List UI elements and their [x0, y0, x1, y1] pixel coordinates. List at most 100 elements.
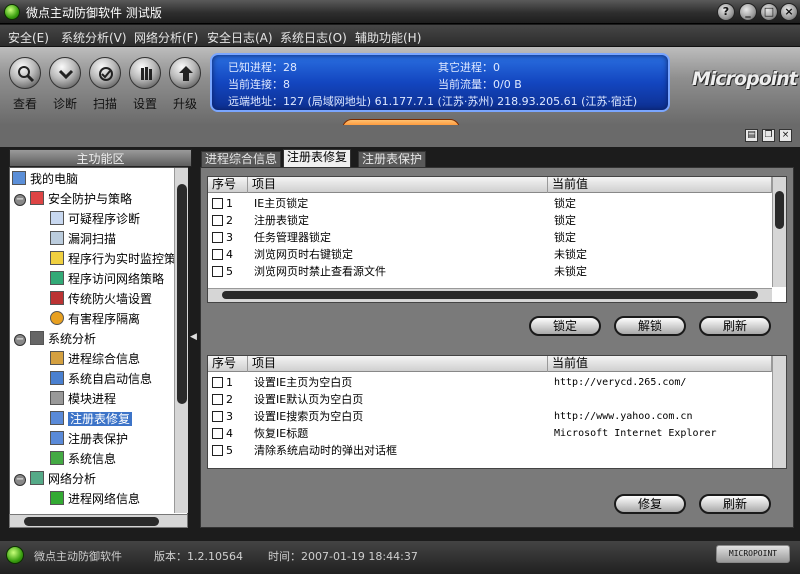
tile-view-icon[interactable]: ▤	[745, 129, 758, 142]
function-tree: 我的电脑 − 安全防护与策略 可疑程序诊断 漏洞扫描 程序行为实时监控策略 程序…	[9, 167, 188, 515]
grid-vertical-scrollbar[interactable]	[772, 356, 786, 468]
diagnose-tool-button[interactable]: 诊断	[45, 57, 85, 112]
status-app-name: 微点主动防御软件	[34, 550, 122, 563]
current-connections: 当前连接：8	[228, 78, 290, 91]
menu-system-analysis[interactable]: 系统分析(V)	[61, 29, 127, 46]
collapse-toggle-icon[interactable]: −	[14, 474, 26, 486]
table-row[interactable]: 5 浏览网页时禁止查看源文件 未锁定	[208, 263, 786, 280]
collapse-toggle-icon[interactable]: −	[14, 194, 26, 206]
scan-tool-button[interactable]: 扫描	[85, 57, 125, 112]
tree-item-module-process[interactable]: 模块进程	[50, 390, 116, 408]
menu-system-log[interactable]: 系统日志(O)	[280, 29, 347, 46]
tree-item-vulnerability-scan[interactable]: 漏洞扫描	[50, 230, 116, 248]
collapse-toggle-icon[interactable]: −	[14, 334, 26, 346]
table-row[interactable]: 2 注册表锁定 锁定	[208, 212, 786, 229]
upgrade-tool-button[interactable]: 升级	[165, 57, 205, 112]
row-checkbox[interactable]	[212, 394, 223, 405]
tree-item-system-info[interactable]: 系统信息	[50, 450, 116, 468]
tree-group-security[interactable]: 安全防护与策略	[30, 190, 132, 208]
tree-group-system-analysis[interactable]: 系统分析	[30, 330, 96, 348]
menu-network-analysis[interactable]: 网络分析(F)	[134, 29, 198, 46]
tree-item-process-info[interactable]: 进程综合信息	[50, 350, 140, 368]
scrollbar-thumb[interactable]	[775, 191, 784, 229]
collapse-sidebar-icon[interactable]: ◀	[190, 332, 198, 346]
row-checkbox[interactable]	[212, 198, 223, 209]
startup-icon	[50, 371, 64, 385]
column-header-no: 序号	[208, 356, 248, 372]
module-icon	[50, 391, 64, 405]
grid-header: 序号 项目 当前值	[208, 356, 786, 372]
table-row[interactable]: 3 任务管理器锁定 锁定	[208, 229, 786, 246]
system-info-icon	[50, 451, 64, 465]
tree-group-network-analysis[interactable]: 网络分析	[30, 470, 96, 488]
menu-bar: 安全(E) 系统分析(V) 网络分析(F) 安全日志(A) 系统日志(O) 辅助…	[0, 25, 800, 47]
registry-lock-grid: 序号 项目 当前值 1 IE主页锁定 锁定 2 注册表锁定 锁定 3 任务管理器…	[207, 176, 787, 303]
table-row[interactable]: 1 设置IE主页为空白页 http://verycd.265.com/	[208, 374, 786, 391]
tree-item-suspicious-diagnosis[interactable]: 可疑程序诊断	[50, 210, 140, 228]
help-button[interactable]: ?	[717, 3, 735, 21]
scan-icon	[89, 57, 121, 89]
firewall-icon	[50, 291, 64, 305]
window-title: 微点主动防御软件 测试版	[26, 6, 162, 20]
row-checkbox[interactable]	[212, 428, 223, 439]
unlock-button[interactable]: 解锁	[614, 316, 686, 336]
close-button[interactable]: ×	[780, 3, 798, 21]
minimize-button[interactable]: _	[739, 3, 757, 21]
tree-root-my-computer[interactable]: 我的电脑	[12, 170, 78, 188]
tree-item-registry-protect[interactable]: 注册表保护	[50, 430, 128, 448]
column-header-value: 当前值	[548, 356, 772, 372]
refresh-lock-button[interactable]: 刷新	[699, 316, 771, 336]
tree-item-firewall[interactable]: 传统防火墙设置	[50, 290, 152, 308]
table-row[interactable]: 2 设置IE默认页为空白页	[208, 391, 786, 408]
table-row[interactable]: 5 清除系统启动时的弹出对话框	[208, 442, 786, 459]
scrollbar-thumb[interactable]	[177, 184, 187, 404]
tree-item-behavior-monitor[interactable]: 程序行为实时监控策略	[50, 250, 187, 268]
row-checkbox[interactable]	[212, 266, 223, 277]
row-checkbox[interactable]	[212, 377, 223, 388]
tree-item-network-policy[interactable]: 程序访问网络策略	[50, 270, 164, 288]
table-row[interactable]: 3 设置IE搜索页为空白页 http://www.yahoo.com.cn	[208, 408, 786, 425]
tree-item-process-network[interactable]: 进程网络信息	[50, 490, 140, 508]
tree-item-quarantine[interactable]: 有害程序隔离	[50, 310, 140, 328]
row-checkbox[interactable]	[212, 232, 223, 243]
grid-horizontal-scrollbar[interactable]	[208, 288, 772, 302]
network-policy-icon	[50, 271, 64, 285]
tree-horizontal-scrollbar[interactable]	[9, 514, 188, 528]
scrollbar-thumb[interactable]	[24, 517, 159, 526]
status-led-icon	[6, 546, 24, 564]
status-time: 时间：2007-01-19 18:44:37	[268, 550, 418, 563]
row-checkbox[interactable]	[212, 215, 223, 226]
table-row[interactable]: 4 浏览网页时右键锁定 未锁定	[208, 246, 786, 263]
content-panel: 序号 项目 当前值 1 IE主页锁定 锁定 2 注册表锁定 锁定 3 任务管理器…	[200, 167, 794, 528]
maximize-button[interactable]: □	[760, 3, 778, 21]
row-checkbox[interactable]	[212, 411, 223, 422]
tree-vertical-scrollbar[interactable]	[174, 168, 188, 513]
menu-security-log[interactable]: 安全日志(A)	[207, 29, 273, 46]
computer-icon	[12, 171, 26, 185]
grid-vertical-scrollbar[interactable]	[772, 177, 786, 287]
row-checkbox[interactable]	[212, 445, 223, 456]
table-row[interactable]: 4 恢复IE标题 Microsoft Internet Explorer	[208, 425, 786, 442]
view-tool-button[interactable]: 查看	[5, 57, 45, 112]
tab-registry-repair[interactable]: 注册表修复	[283, 149, 352, 167]
table-row[interactable]: 1 IE主页锁定 锁定	[208, 195, 786, 212]
magnifier-icon	[9, 57, 41, 89]
tree-item-registry-repair[interactable]: 注册表修复	[50, 410, 133, 428]
registry-protect-icon	[50, 431, 64, 445]
close-view-icon[interactable]: ×	[779, 129, 792, 142]
tree-item-startup-info[interactable]: 系统自启动信息	[50, 370, 152, 388]
chevron-down-icon	[49, 57, 81, 89]
lock-button[interactable]: 锁定	[529, 316, 601, 336]
scrollbar-thumb[interactable]	[222, 291, 758, 299]
row-checkbox[interactable]	[212, 249, 223, 260]
tab-registry-protect[interactable]: 注册表保护	[358, 151, 427, 167]
quarantine-icon	[50, 311, 64, 325]
repair-button[interactable]: 修复	[614, 494, 686, 514]
refresh-repair-button[interactable]: 刷新	[699, 494, 771, 514]
tab-process-info[interactable]: 进程综合信息	[201, 151, 282, 167]
settings-tool-button[interactable]: 设置	[125, 57, 165, 112]
restore-view-icon[interactable]: ❐	[762, 129, 775, 142]
menu-security[interactable]: 安全(E)	[8, 29, 49, 46]
menu-tools[interactable]: 辅助功能(H)	[355, 29, 421, 46]
clock-icon	[50, 251, 64, 265]
